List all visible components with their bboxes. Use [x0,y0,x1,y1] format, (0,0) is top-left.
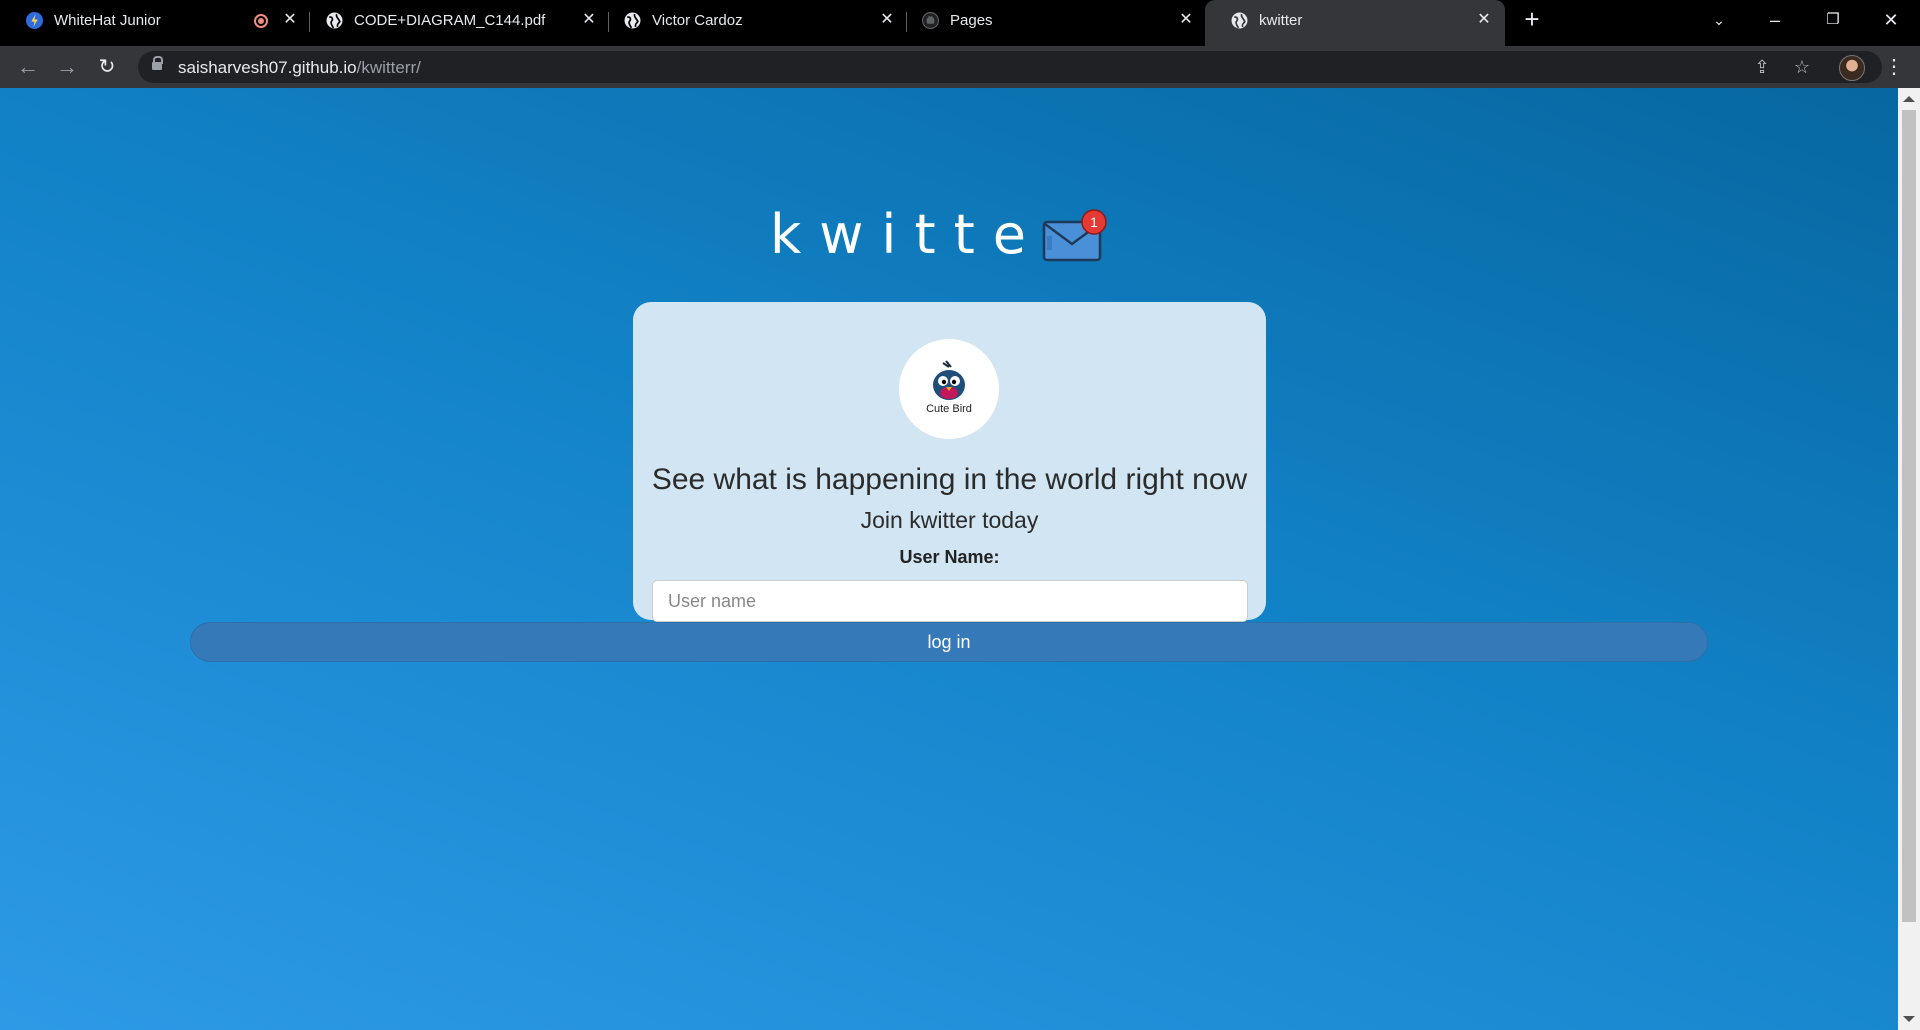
scrollbar-thumb[interactable] [1902,110,1916,922]
subheadline: Join kwitter today [860,507,1039,533]
profile-avatar[interactable] [1839,55,1865,81]
page-viewport: kwitter 1 Cute Bird See what is happenin… [0,88,1898,1030]
login-button[interactable]: log in [190,622,1708,662]
cute-bird-logo: Cute Bird [899,339,999,439]
logo-label: Cute Bird [926,403,972,415]
close-tab-icon[interactable]: ✕ [279,9,301,31]
close-tab-icon[interactable]: ✕ [578,9,600,31]
tab-pages[interactable]: Pages ✕ [896,0,1196,42]
username-label: User Name: [899,547,1000,567]
globe-icon [326,12,343,29]
tab-title: Victor Cardoz [652,12,743,29]
tab-title: CODE+DIAGRAM_C144.pdf [354,12,546,29]
headline: See what is happening in the world right… [651,463,1248,496]
github-icon [922,12,939,29]
address-bar[interactable]: saisharvesh07.github.io/kwitterr/ ⇪ ☆ [138,51,1882,83]
scroll-down-arrow-icon[interactable] [1903,1016,1915,1022]
tab-search-chevron-icon[interactable]: ⌄ [1704,6,1734,34]
scroll-up-arrow-icon[interactable] [1903,96,1915,102]
globe-icon [624,12,641,29]
close-tab-icon[interactable]: ✕ [1175,9,1197,31]
url-host: saisharvesh07.github.io [178,58,357,77]
globe-icon [1231,12,1248,29]
brand-title: kwitter [770,203,1085,266]
close-tab-icon[interactable]: ✕ [1473,9,1495,31]
tab-code-diagram-pdf[interactable]: CODE+DIAGRAM_C144.pdf ✕ [300,0,600,42]
lock-icon [152,56,163,70]
tab-whitehat-junior[interactable]: WhiteHat Junior ✕ [0,0,300,42]
tab-title: Pages [950,12,993,29]
recording-indicator-icon [254,14,268,28]
tab-title: kwitter [1259,12,1303,29]
url-text: saisharvesh07.github.io/kwitterr/ [178,58,421,78]
login-card: Cute Bird See what is happening in the w… [633,302,1266,622]
url-path: /kwitterr/ [356,58,421,77]
whitehat-favicon-icon [26,12,43,29]
tab-victor-cardoz[interactable]: Victor Cardoz ✕ [598,0,898,42]
new-tab-button[interactable]: + [1520,6,1544,32]
close-window-button[interactable]: ✕ [1876,6,1906,34]
forward-button[interactable]: → [53,54,81,82]
bird-icon [933,360,965,400]
close-tab-icon[interactable]: ✕ [876,9,898,31]
username-input[interactable] [652,580,1248,622]
tab-strip: WhiteHat Junior ✕ CODE+DIAGRAM_C144.pdf … [0,0,1920,46]
reload-button[interactable]: ↻ [93,54,121,82]
bookmark-star-icon[interactable]: ☆ [1792,57,1812,77]
back-button[interactable]: ← [14,54,42,82]
mail-notification-icon: 1 [1042,209,1107,262]
tab-title: WhiteHat Junior [54,12,161,29]
restore-button[interactable]: ❐ [1818,6,1848,34]
share-icon[interactable]: ⇪ [1752,57,1772,77]
tab-kwitter[interactable]: kwitter ✕ [1205,0,1505,46]
browser-menu-icon[interactable]: ⋮ [1884,56,1904,78]
browser-toolbar: ← → ↻ saisharvesh07.github.io/kwitterr/ … [0,46,1920,88]
minimize-button[interactable]: – [1760,6,1790,34]
notification-badge-count: 1 [1090,214,1098,230]
page-scrollbar[interactable] [1898,88,1920,1030]
